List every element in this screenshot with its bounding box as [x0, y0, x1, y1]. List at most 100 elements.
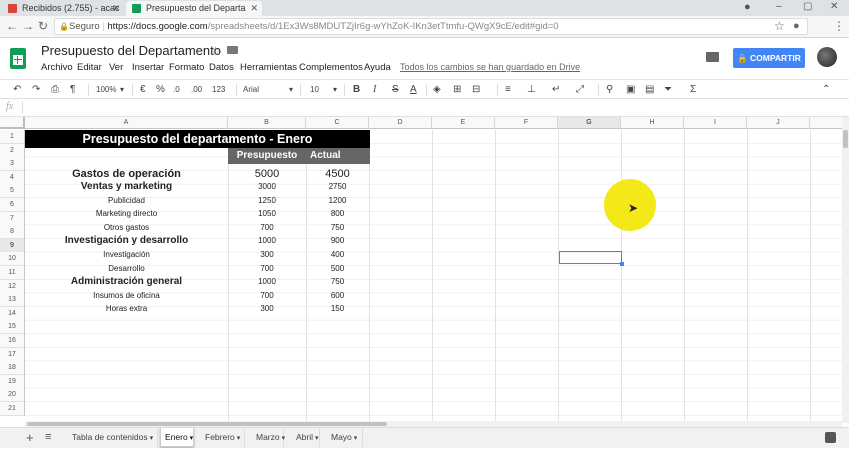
vertical-scroll-thumb[interactable]	[843, 130, 848, 148]
chevron-down-icon[interactable]: ▾	[148, 435, 154, 442]
extension-icon[interactable]: ●	[793, 19, 800, 33]
budget-value[interactable]: 1000	[228, 275, 306, 289]
more-formats-button[interactable]: 123	[212, 82, 225, 97]
row-header-15[interactable]: 15	[0, 320, 25, 335]
row-header-19[interactable]: 19	[0, 374, 25, 389]
add-sheet-icon[interactable]: +	[26, 430, 34, 445]
increase-decimals-button[interactable]: .00	[191, 82, 202, 97]
budget-value[interactable]: 700	[228, 221, 306, 235]
text-rotate-icon[interactable]: ⤢	[576, 82, 584, 97]
horizontal-scroll-thumb[interactable]	[27, 422, 387, 426]
undo-icon[interactable]: ↶	[13, 82, 21, 97]
merge-cells-icon[interactable]: ⊟	[472, 82, 480, 97]
menu-formato[interactable]: Formato	[169, 62, 204, 73]
star-icon[interactable]: ☆	[210, 44, 221, 58]
column-header-a[interactable]: A	[25, 117, 228, 129]
chevron-down-icon[interactable]: ▾	[333, 82, 337, 97]
column-header-f[interactable]: F	[495, 117, 558, 129]
row-header-17[interactable]: 17	[0, 347, 25, 362]
sheet-tab-tabla-de-contenidos[interactable]: Tabla de contenidos ▾	[68, 428, 158, 447]
column-header-d[interactable]: D	[369, 117, 432, 129]
line-label[interactable]: Investigación y desarrollo	[25, 234, 228, 248]
menu-ayuda[interactable]: Ayuda	[364, 62, 391, 73]
row-header-1[interactable]: 1	[0, 130, 25, 144]
explore-icon[interactable]	[825, 432, 836, 443]
row-header-4[interactable]: 4	[0, 170, 25, 185]
folder-icon[interactable]	[227, 46, 238, 54]
row-header-13[interactable]: 13	[0, 293, 25, 308]
sheet-tab-febrero[interactable]: Febrero ▾	[201, 428, 245, 447]
row-header-6[interactable]: 6	[0, 198, 25, 212]
document-title[interactable]: Presupuesto del Departamento	[41, 43, 221, 58]
text-color-button[interactable]: A	[410, 82, 417, 97]
actual-value[interactable]: 400	[306, 248, 369, 262]
header-presupuesto[interactable]: Presupuesto	[228, 148, 306, 164]
font-select[interactable]: Arial	[243, 82, 259, 97]
column-header-k[interactable]	[810, 117, 842, 129]
line-label[interactable]: Gastos de operación	[25, 167, 228, 181]
budget-value[interactable]: 3000	[228, 180, 306, 194]
filter-icon[interactable]: ⏷	[664, 82, 672, 97]
row-header-21[interactable]: 21	[0, 402, 25, 416]
line-label[interactable]: Administración general	[25, 275, 228, 289]
row-header-18[interactable]: 18	[0, 361, 25, 376]
comment-add-icon[interactable]: ▣	[626, 82, 635, 97]
budget-value[interactable]: 1250	[228, 194, 306, 208]
close-tab-icon[interactable]: ✕	[250, 1, 258, 15]
line-label[interactable]: Desarrollo	[25, 262, 228, 276]
actual-value[interactable]: 800	[306, 207, 369, 221]
chevron-down-icon[interactable]: ▾	[352, 435, 358, 442]
align-left-icon[interactable]: ≡	[505, 82, 511, 97]
share-button[interactable]: 🔒 COMPARTIR	[733, 48, 805, 68]
budget-value[interactable]: 1050	[228, 207, 306, 221]
browser-menu-icon[interactable]: ⋮	[833, 19, 845, 33]
actual-value[interactable]: 600	[306, 289, 369, 303]
sheet-tab-mayo[interactable]: Mayo ▾	[327, 428, 363, 447]
redo-icon[interactable]: ↷	[32, 82, 40, 97]
line-label[interactable]: Insumos de oficina	[25, 289, 228, 303]
sheet-title-cell[interactable]: Presupuesto del departamento - Enero	[25, 130, 370, 148]
select-all-corner[interactable]	[0, 117, 25, 129]
row-header-3[interactable]: 3	[0, 157, 25, 172]
row-header-9[interactable]: 9	[0, 238, 25, 253]
back-icon[interactable]: ←	[6, 19, 18, 33]
menu-complementos[interactable]: Complementos	[299, 62, 363, 73]
italic-button[interactable]: I	[373, 82, 376, 97]
line-label[interactable]: Marketing directo	[25, 207, 228, 221]
budget-value[interactable]: 700	[228, 262, 306, 276]
chevron-down-icon[interactable]: ▾	[235, 435, 241, 442]
column-header-i[interactable]: I	[684, 117, 747, 129]
sheet-tab-abril[interactable]: Abril ▾	[292, 428, 320, 447]
sheet-tab-enero[interactable]: Enero ▾	[160, 428, 194, 447]
comments-icon[interactable]	[706, 52, 719, 62]
chevron-down-icon[interactable]: ▾	[280, 435, 286, 442]
currency-button[interactable]: €	[140, 82, 146, 97]
bookmark-star-icon[interactable]: ☆	[774, 19, 785, 33]
sheet-tab-marzo[interactable]: Marzo ▾	[252, 428, 286, 447]
reload-icon[interactable]: ↻	[38, 19, 48, 33]
actual-value[interactable]: 750	[306, 275, 369, 289]
row-header-10[interactable]: 10	[0, 252, 25, 267]
row-header-16[interactable]: 16	[0, 334, 25, 348]
header-actual[interactable]: Actual	[306, 148, 370, 164]
vertical-scrollbar[interactable]	[842, 117, 849, 423]
functions-icon[interactable]: Σ	[690, 82, 696, 97]
url-input[interactable]: 🔒 Seguro | https://docs.google.com/sprea…	[54, 18, 808, 35]
all-sheets-icon[interactable]: ≡	[45, 431, 51, 443]
row-header-12[interactable]: 12	[0, 279, 25, 294]
actual-value[interactable]: 900	[306, 234, 369, 248]
budget-value[interactable]: 1000	[228, 234, 306, 248]
budget-value[interactable]: 300	[228, 248, 306, 262]
chart-icon[interactable]: ▤	[645, 82, 654, 97]
row-header-5[interactable]: 5	[0, 184, 25, 199]
menu-archivo[interactable]: Archivo	[41, 62, 73, 73]
vertical-align-icon[interactable]: ⊥	[527, 82, 536, 97]
row-header-11[interactable]: 11	[0, 266, 25, 280]
menu-insertar[interactable]: Insertar	[132, 62, 164, 73]
sheets-logo-icon[interactable]	[10, 48, 26, 69]
zoom-select[interactable]: 100%	[96, 82, 116, 97]
decrease-decimals-button[interactable]: .0	[173, 82, 180, 97]
minimize-icon[interactable]: –	[776, 0, 782, 14]
column-header-g[interactable]: G	[558, 117, 621, 129]
browser-tab-gmail[interactable]: Recibidos (2.755) - acac ✕	[2, 1, 124, 16]
